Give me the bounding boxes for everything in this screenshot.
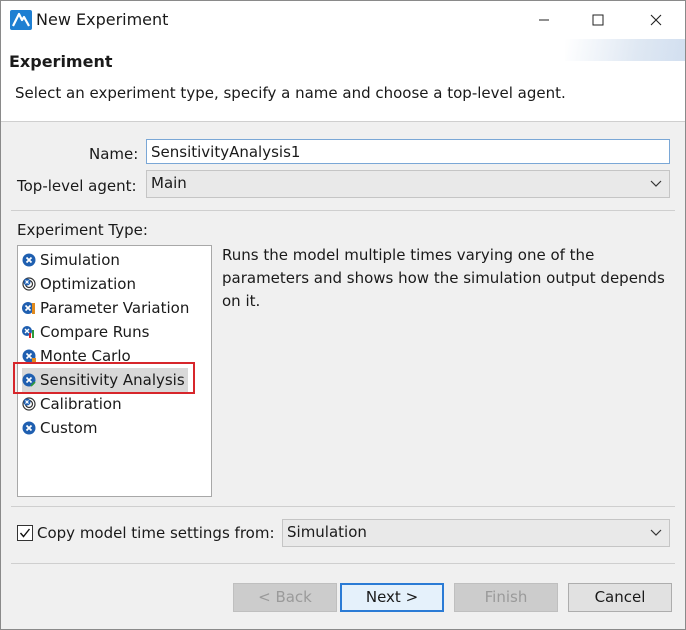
selection-highlight — [13, 362, 195, 394]
name-input[interactable] — [146, 139, 670, 164]
name-label: Name: — [89, 145, 139, 163]
header-description: Select an experiment type, specify a nam… — [15, 84, 566, 102]
separator — [11, 210, 675, 211]
separator — [11, 563, 675, 564]
copy-time-settings-dropdown[interactable]: Simulation — [282, 519, 670, 547]
minimize-button[interactable] — [521, 1, 567, 39]
new-experiment-dialog: New Experiment Experiment Select an expe… — [0, 0, 686, 630]
anylogic-app-icon — [10, 10, 32, 30]
custom-icon — [22, 421, 36, 435]
copy-time-settings-value: Simulation — [287, 523, 367, 541]
dialog-header: Experiment Select an experiment type, sp… — [1, 39, 685, 122]
simulation-icon — [22, 253, 36, 267]
compare-runs-icon — [22, 326, 34, 338]
close-button[interactable] — [633, 1, 679, 39]
separator — [11, 506, 675, 507]
finish-button[interactable]: Finish — [454, 583, 558, 612]
experiment-type-label: Optimization — [40, 275, 136, 293]
copy-time-settings-label: Copy model time settings from: — [37, 524, 275, 542]
minimize-icon — [539, 19, 549, 21]
calibration-icon — [22, 397, 36, 411]
cancel-button[interactable]: Cancel — [568, 583, 672, 612]
header-title: Experiment — [9, 52, 113, 71]
experiment-type-label: Custom — [40, 419, 98, 437]
optimization-icon — [22, 277, 36, 291]
experiment-type-calibration[interactable]: Calibration — [22, 392, 188, 416]
experiment-type-optimization[interactable]: Optimization — [22, 272, 188, 296]
close-icon — [650, 14, 662, 26]
monte-carlo-icon — [22, 349, 36, 363]
checkmark-icon — [19, 528, 31, 538]
experiment-type-label: Compare Runs — [40, 323, 150, 341]
header-decoration — [565, 39, 685, 61]
top-level-agent-dropdown[interactable]: Main — [146, 170, 670, 198]
experiment-type-description: Runs the model multiple times varying on… — [222, 246, 665, 310]
maximize-icon — [592, 14, 604, 26]
copy-time-settings-checkbox[interactable] — [17, 525, 33, 541]
experiment-type-label: Experiment Type: — [17, 221, 148, 239]
experiment-type-parameter-variation[interactable]: Parameter Variation — [22, 296, 190, 320]
experiment-type-simulation[interactable]: Simulation — [22, 248, 188, 272]
top-level-agent-value: Main — [151, 174, 187, 192]
chevron-down-icon — [650, 529, 662, 536]
back-button[interactable]: < Back — [233, 583, 337, 612]
window-title: New Experiment — [36, 10, 169, 29]
experiment-type-custom[interactable]: Custom — [22, 416, 188, 440]
experiment-type-label: Calibration — [40, 395, 122, 413]
chevron-down-icon — [650, 180, 662, 187]
top-level-agent-label: Top-level agent: — [17, 177, 137, 195]
title-bar: New Experiment — [1, 1, 685, 39]
experiment-type-compare-runs[interactable]: Compare Runs — [22, 320, 188, 344]
experiment-type-label: Simulation — [40, 251, 120, 269]
experiment-type-label: Parameter Variation — [40, 299, 190, 317]
parameter-variation-icon — [22, 302, 35, 314]
maximize-button[interactable] — [575, 1, 621, 39]
next-button[interactable]: Next > — [340, 583, 444, 612]
